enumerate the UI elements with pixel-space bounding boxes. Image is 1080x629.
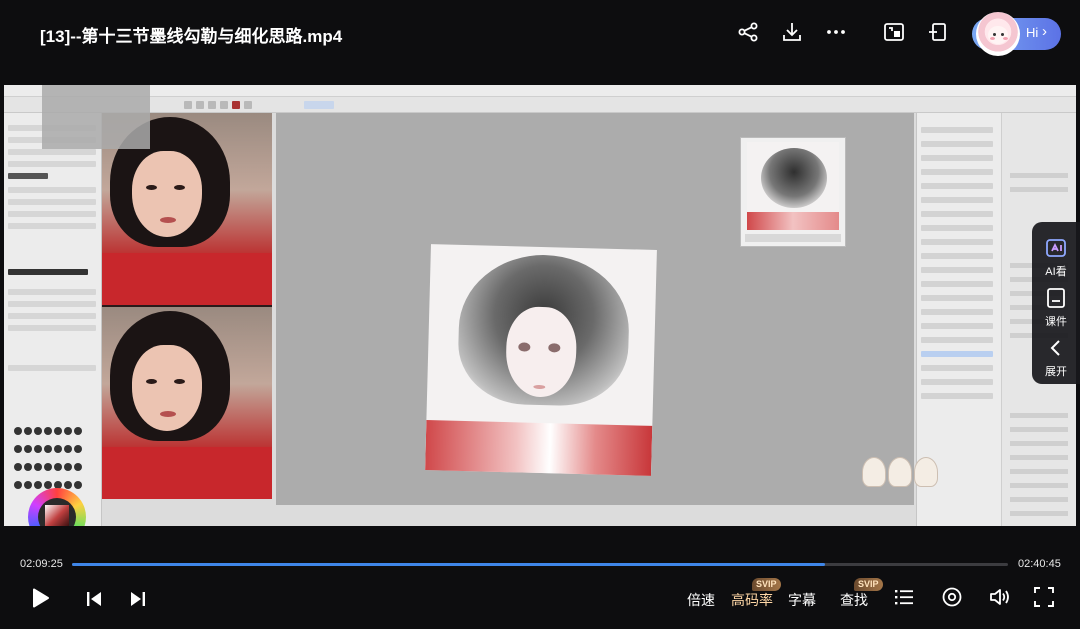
navigator-thumbnail (740, 137, 846, 247)
expand-label: 展开 (1045, 366, 1067, 378)
progress-bar[interactable] (72, 563, 1008, 566)
brush-size-grid (13, 423, 93, 495)
fullscreen-button[interactable] (1033, 586, 1055, 608)
ai-watch-label: AI看 (1045, 266, 1067, 278)
play-button[interactable] (28, 586, 52, 610)
settings-button[interactable] (941, 586, 963, 608)
progress-fill (72, 563, 826, 566)
ai-watch-icon (1044, 236, 1068, 260)
watermark-overlay (42, 85, 150, 149)
quality-svip-badge: SVIP (752, 578, 781, 591)
chevron-left-icon (1044, 336, 1068, 360)
greeting-label: Hi (1026, 25, 1039, 40)
courseware-label: 课件 (1045, 316, 1067, 328)
side-toolbar: AI看 课件 展开 (1032, 222, 1080, 384)
sticker-decoration (860, 457, 940, 491)
ink-portrait-canvas (425, 244, 657, 476)
recorded-menubar (4, 85, 1076, 97)
more-icon[interactable] (824, 20, 848, 44)
courseware-button[interactable]: 课件 (1032, 282, 1080, 332)
total-time: 02:40:45 (1018, 558, 1061, 570)
speed-button[interactable]: 倍速 (687, 590, 715, 610)
top-bar: [13]--第十三节墨线勾勒与细化思路.mp4 Hi › (0, 0, 1080, 84)
next-button[interactable] (128, 589, 148, 609)
user-account-button[interactable]: Hi › (972, 12, 1061, 56)
share-icon[interactable] (736, 20, 760, 44)
ai-watch-button[interactable]: AI看 (1032, 232, 1080, 282)
expand-button[interactable]: 展开 (1032, 332, 1080, 382)
video-title: [13]--第十三节墨线勾勒与细化思路.mp4 (40, 27, 343, 46)
volume-button[interactable] (988, 586, 1012, 608)
subtitle-button[interactable]: 字幕 (788, 590, 816, 610)
courseware-icon (1044, 286, 1068, 310)
playlist-icon (895, 590, 913, 605)
picture-in-picture-icon[interactable] (882, 20, 906, 44)
quality-button[interactable]: 高码率 (731, 590, 773, 610)
settings-icon (942, 587, 962, 607)
playlist-button[interactable] (893, 586, 915, 608)
fullscreen-icon (1034, 587, 1054, 607)
reference-photos (102, 113, 272, 499)
download-icon[interactable] (780, 20, 804, 44)
previous-button[interactable] (84, 589, 104, 609)
volume-icon (990, 589, 1009, 605)
avatar (976, 12, 1020, 56)
next-icon (131, 592, 145, 606)
video-frame[interactable] (4, 85, 1076, 526)
current-time: 02:09:25 (20, 558, 63, 570)
play-icon (33, 588, 49, 608)
previous-icon (87, 592, 101, 606)
reference-photo-bottom (102, 307, 272, 499)
chevron-right-icon: › (1042, 23, 1047, 40)
pin-window-icon[interactable] (926, 20, 950, 44)
recorded-toolbar (4, 97, 1076, 113)
search-button[interactable]: 查找 (840, 590, 868, 610)
search-svip-badge: SVIP (854, 578, 883, 591)
recorded-tool-panel (4, 113, 102, 526)
